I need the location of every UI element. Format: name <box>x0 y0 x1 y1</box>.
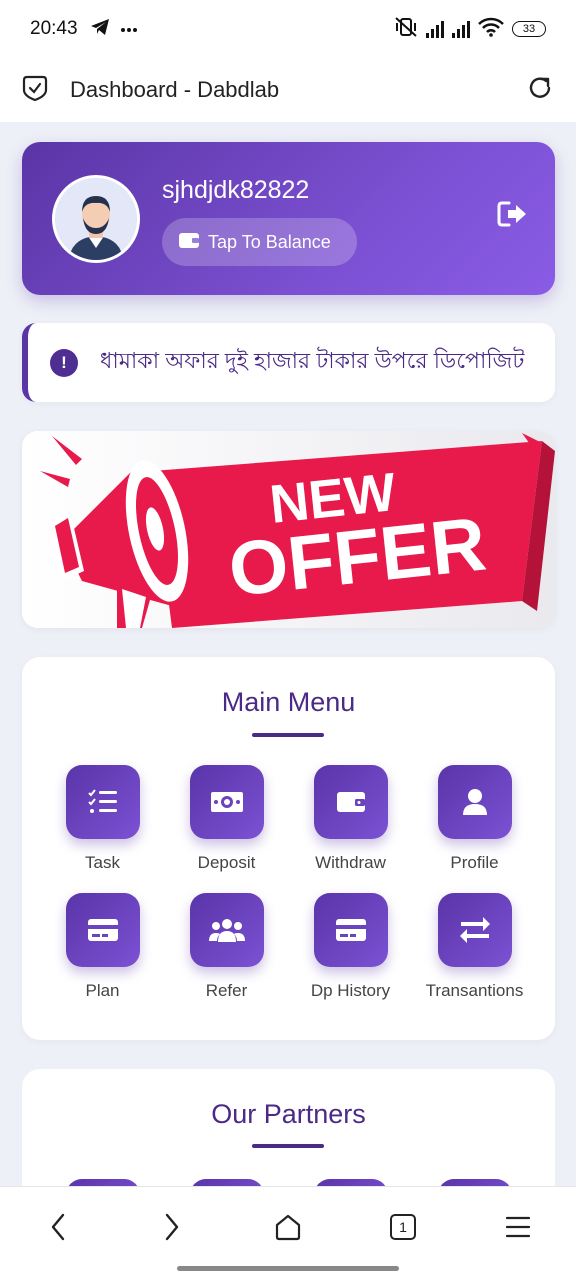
menu-item-refer[interactable]: Refer <box>165 893 289 1001</box>
more-dots-icon <box>120 20 138 38</box>
home-icon[interactable] <box>268 1207 308 1247</box>
logout-icon[interactable] <box>497 200 529 233</box>
exchange-icon <box>437 893 512 967</box>
tab-count: 1 <box>390 1214 416 1240</box>
menu-icon[interactable] <box>498 1207 538 1247</box>
main-menu-card: Main Menu Task Deposit Withdraw Profile <box>22 657 555 1040</box>
users-icon <box>189 893 264 967</box>
balance-button-label: Tap To Balance <box>208 231 331 252</box>
wifi-icon <box>478 17 504 42</box>
menu-item-transactions[interactable]: Transantions <box>413 893 537 1001</box>
menu-label: Transantions <box>425 981 524 1000</box>
telegram-icon <box>90 18 110 41</box>
profile-card: sjhdjdk82822 Tap To Balance <box>22 142 555 295</box>
back-icon[interactable] <box>38 1207 78 1247</box>
menu-label: Profile <box>450 853 499 872</box>
shield-check-icon <box>22 74 48 107</box>
money-icon <box>189 765 264 839</box>
tap-to-balance-button[interactable]: Tap To Balance <box>162 218 357 266</box>
signal-icon-2 <box>452 20 470 38</box>
username: sjhdjdk82822 <box>162 176 310 204</box>
menu-label: Refer <box>205 981 248 1000</box>
refresh-icon[interactable] <box>526 74 554 107</box>
alert-icon: ! <box>50 348 78 377</box>
credit-card-icon <box>313 893 388 967</box>
menu-item-profile[interactable]: Profile <box>413 765 537 873</box>
app-header: Dashboard - Dabdlab <box>0 58 576 122</box>
vibrate-off-icon <box>394 16 418 43</box>
tabs-button[interactable]: 1 <box>383 1207 423 1247</box>
status-time: 20:43 <box>30 18 78 39</box>
title-underline <box>252 733 324 737</box>
menu-label: Deposit <box>197 853 256 872</box>
user-icon <box>437 765 512 839</box>
menu-grid: Task Deposit Withdraw Profile Plan Refer… <box>22 765 555 1001</box>
avatar <box>52 175 140 263</box>
wallet-icon <box>313 765 388 839</box>
wallet-icon <box>178 231 200 254</box>
notice-text: ধামাকা অফার দুই হাজার টাকার উপরে ডিপোজিট <box>100 348 525 373</box>
menu-item-plan[interactable]: Plan <box>41 893 165 1001</box>
menu-item-task[interactable]: Task <box>41 765 165 873</box>
battery-icon: 33 <box>512 21 546 37</box>
main-menu-title: Main Menu <box>221 687 356 717</box>
menu-item-withdraw[interactable]: Withdraw <box>289 765 413 873</box>
credit-card-icon <box>65 893 140 967</box>
forward-icon[interactable] <box>152 1207 192 1247</box>
page-title: Dashboard - Dabdlab <box>70 77 280 102</box>
home-indicator[interactable] <box>177 1266 399 1271</box>
partners-title: Our Partners <box>211 1099 366 1129</box>
task-list-icon <box>65 765 140 839</box>
menu-item-dp-history[interactable]: Dp History <box>289 893 413 1001</box>
menu-label: Plan <box>85 981 120 1000</box>
offer-banner[interactable]: NEW OFFER <box>22 431 555 628</box>
menu-item-deposit[interactable]: Deposit <box>165 765 289 873</box>
menu-label: Dp History <box>310 981 391 1000</box>
menu-label: Task <box>85 853 120 872</box>
status-bar: 20:43 33 <box>0 0 576 58</box>
notice-marquee: ! ধামাকা অফার দুই হাজার টাকার উপরে ডিপোজ… <box>22 323 555 402</box>
signal-icon <box>426 20 444 38</box>
menu-label: Withdraw <box>315 853 386 872</box>
title-underline <box>252 1144 324 1148</box>
